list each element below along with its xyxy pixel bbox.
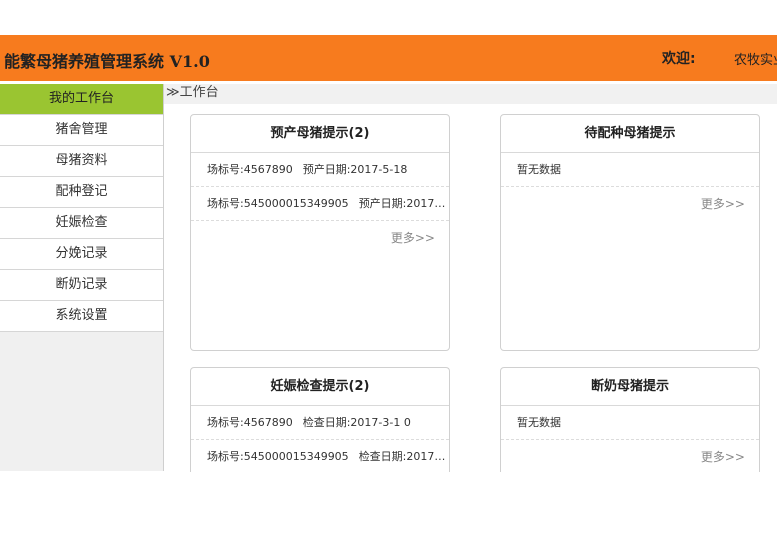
due-date: 预产日期:2017-5-18 bbox=[302, 163, 408, 176]
due-date: 预产日期:2017… bbox=[358, 197, 446, 210]
tag-number: 场标号:545000015349905 bbox=[207, 197, 349, 210]
more-link[interactable]: 更多>> bbox=[501, 440, 759, 472]
sidebar-item-farrowing[interactable]: 分娩记录 bbox=[0, 239, 163, 270]
sidebar-item-breeding[interactable]: 配种登记 bbox=[0, 177, 163, 208]
sidebar: 我的工作台 猪舍管理 母猪资料 配种登记 妊娠检查 分娩记录 断奶记录 系统设置 bbox=[0, 84, 164, 471]
tag-number: 场标号:545000015349905 bbox=[207, 450, 349, 463]
app-title: 能繁母猪养殖管理系统 V1.0 bbox=[4, 52, 210, 71]
more-link[interactable]: 更多>> bbox=[501, 187, 759, 221]
more-link[interactable]: 更多>> bbox=[191, 221, 449, 255]
sidebar-item-workbench[interactable]: 我的工作台 bbox=[0, 84, 163, 115]
panel-title: 待配种母猪提示 bbox=[501, 115, 759, 153]
list-item[interactable]: 场标号:4567890 预产日期:2017-5-18 bbox=[191, 153, 449, 187]
empty-message: 暂无数据 bbox=[501, 153, 759, 187]
list-item[interactable]: 场标号:545000015349905 检查日期:2017… bbox=[191, 440, 449, 472]
sidebar-item-settings[interactable]: 系统设置 bbox=[0, 301, 163, 332]
list-item[interactable]: 场标号:545000015349905 预产日期:2017… bbox=[191, 187, 449, 221]
farrowing-sow-panel: 预产母猪提示(2) 场标号:4567890 预产日期:2017-5-18 场标号:… bbox=[190, 114, 450, 351]
sidebar-item-sow-info[interactable]: 母猪资料 bbox=[0, 146, 163, 177]
sidebar-item-pigsty[interactable]: 猪舍管理 bbox=[0, 115, 163, 146]
list-item[interactable]: 场标号:4567890 检查日期:2017-3-1 0 bbox=[191, 406, 449, 440]
panel-title: 预产母猪提示(2) bbox=[191, 115, 449, 153]
check-date: 检查日期:2017-3-1 0 bbox=[302, 416, 411, 429]
sidebar-item-pregnancy[interactable]: 妊娠检查 bbox=[0, 208, 163, 239]
sidebar-item-weaning[interactable]: 断奶记录 bbox=[0, 270, 163, 301]
weaning-sow-panel: 断奶母猪提示 暂无数据 更多>> bbox=[500, 367, 760, 472]
welcome-label: 欢迎: bbox=[662, 51, 696, 67]
user-name: 农牧实业 bbox=[734, 53, 777, 68]
pregnancy-check-panel: 妊娠检查提示(2) 场标号:4567890 检查日期:2017-3-1 0 场标号… bbox=[190, 367, 450, 472]
check-date: 检查日期:2017… bbox=[358, 450, 446, 463]
tag-number: 场标号:4567890 bbox=[207, 163, 293, 176]
header-bar: 能繁母猪养殖管理系统 V1.0 欢迎: 农牧实业 bbox=[0, 35, 777, 81]
tag-number: 场标号:4567890 bbox=[207, 416, 293, 429]
breeding-sow-panel: 待配种母猪提示 暂无数据 更多>> bbox=[500, 114, 760, 351]
panel-title: 妊娠检查提示(2) bbox=[191, 368, 449, 406]
panel-title: 断奶母猪提示 bbox=[501, 368, 759, 406]
empty-message: 暂无数据 bbox=[501, 406, 759, 440]
breadcrumb: ≫工作台 bbox=[164, 84, 777, 104]
